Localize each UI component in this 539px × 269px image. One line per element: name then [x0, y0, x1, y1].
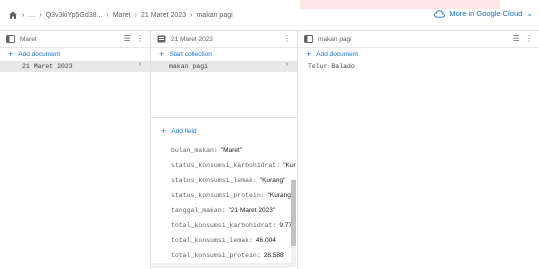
document-label: Telur Balado: [308, 63, 355, 70]
add-field-label: Add field: [171, 128, 197, 135]
filter-icon[interactable]: ☰: [513, 34, 520, 43]
field-row[interactable]: total_konsumsi_lemak: 46.004: [151, 233, 297, 248]
collection-title: Maret: [20, 35, 37, 43]
field-row[interactable]: tanggal_makan: "21 Maret 2023": [151, 203, 297, 218]
breadcrumb-item-subcollection[interactable]: makan pagi: [196, 12, 232, 19]
chevron-right-icon: ›: [39, 11, 42, 19]
field-value: "Kurang": [259, 177, 286, 184]
cloud-button-label: More in Google Cloud: [449, 9, 523, 18]
filter-icon[interactable]: ☰: [124, 34, 131, 43]
list-item-document[interactable]: Telur Balado: [298, 61, 539, 72]
breadcrumb-item-document[interactable]: 21 Maret 2023: [141, 12, 186, 19]
field-row[interactable]: status_konsumsi_karbohidrat: "Kur: [151, 158, 297, 173]
start-collection-label: Start collection: [169, 51, 212, 58]
field-value: "Maret": [220, 147, 243, 154]
notice-strip: [300, 0, 500, 9]
field-row[interactable]: total_konsumsi_protein: 28.588: [151, 248, 297, 263]
breadcrumb-item-ellipsis[interactable]: …: [28, 12, 35, 19]
field-value: "Kurang": [267, 192, 294, 199]
field-key: total_konsumsi_protein:: [171, 252, 261, 259]
breadcrumb: › … › Q3v3kiYp5Gd38... › Maret › 21 Mare…: [8, 10, 233, 20]
plus-icon: +: [161, 126, 167, 136]
add-document-button[interactable]: + Add document: [298, 48, 539, 61]
subcollection-title: makan pagi: [318, 35, 352, 43]
field-key: total_konsumsi_karbohidrat:: [171, 222, 277, 229]
more-vert-icon[interactable]: ⋮: [283, 34, 291, 43]
document-panel-header: 21 Maret 2023 ⋮: [151, 31, 297, 48]
collection-icon: [304, 35, 313, 43]
list-item-subcollection[interactable]: makan pagi ›: [151, 61, 297, 72]
document-panel: 21 Maret 2023 ⋮ + Start collection makan…: [151, 31, 298, 269]
subcollection-panel-header: makan pagi ☰ ⋮: [298, 31, 539, 48]
add-field-button[interactable]: + Add field: [153, 125, 205, 138]
chevron-right-icon: ›: [137, 61, 142, 69]
document-title: 21 Maret 2023: [171, 35, 213, 43]
field-value: "Kur: [283, 162, 296, 169]
field-list: bulan_makan: "Maret" status_konsumsi_kar…: [151, 143, 297, 263]
field-value: "21 Maret 2023": [228, 207, 276, 214]
vertical-scrollbar-thumb[interactable]: [291, 180, 296, 246]
document-icon: [157, 35, 166, 43]
field-key: bulan_makan:: [171, 147, 218, 154]
home-icon[interactable]: [8, 10, 18, 20]
horizontal-scrollbar[interactable]: [151, 263, 291, 268]
field-key: status_konsumsi_karbohidrat:: [171, 162, 281, 169]
plus-icon: +: [8, 49, 14, 59]
chevron-right-icon: ›: [22, 11, 25, 19]
chevron-right-icon: ›: [190, 11, 193, 19]
field-key: status_konsumsi_protein:: [171, 192, 265, 199]
subcollection-label: makan pagi: [169, 63, 209, 70]
plus-icon: +: [306, 49, 312, 59]
collection-panel-header: Maret ☰ ⋮: [0, 31, 150, 48]
document-label: 21 Maret 2023: [22, 63, 73, 70]
chevron-right-icon: ›: [106, 11, 109, 19]
field-row[interactable]: status_konsumsi_lemak: "Kurang": [151, 173, 297, 188]
cloud-icon: [434, 9, 446, 18]
add-document-label: Add document: [18, 51, 61, 58]
field-row[interactable]: bulan_makan: "Maret": [151, 143, 297, 158]
divider: [151, 117, 297, 118]
chevron-right-icon: ›: [284, 61, 289, 69]
field-key: total_konsumsi_lemak:: [171, 237, 253, 244]
collection-icon: [6, 35, 15, 43]
chevron-down-icon: ⌄: [526, 9, 533, 18]
field-key: tanggal_makan:: [171, 207, 226, 214]
collection-panel: Maret ☰ ⋮ + Add document 21 Maret 2023 ›: [0, 31, 151, 269]
more-vert-icon[interactable]: ⋮: [525, 34, 533, 43]
breadcrumb-item-collection[interactable]: Maret: [113, 12, 131, 19]
field-row[interactable]: status_konsumsi_protein: "Kurang": [151, 188, 297, 203]
list-item-document[interactable]: 21 Maret 2023 ›: [0, 61, 150, 72]
more-in-google-cloud-button[interactable]: More in Google Cloud ⌄: [434, 9, 533, 18]
chevron-right-icon: ›: [134, 11, 137, 19]
field-key: status_konsumsi_lemak:: [171, 177, 257, 184]
add-document-button[interactable]: + Add document: [0, 48, 150, 61]
subcollection-panel: makan pagi ☰ ⋮ + Add document Telur Bala…: [298, 31, 539, 269]
field-value: 46.004: [255, 237, 276, 244]
more-vert-icon[interactable]: ⋮: [136, 34, 144, 43]
field-value: 28.588: [263, 252, 284, 259]
breadcrumb-item-user[interactable]: Q3v3kiYp5Gd38...: [46, 12, 103, 19]
top-bar: › … › Q3v3kiYp5Gd38... › Maret › 21 Mare…: [0, 0, 539, 31]
add-document-label: Add document: [316, 51, 359, 58]
field-row[interactable]: total_konsumsi_karbohidrat: 9.772: [151, 218, 297, 233]
plus-icon: +: [159, 49, 165, 59]
start-collection-button[interactable]: + Start collection: [151, 48, 297, 61]
